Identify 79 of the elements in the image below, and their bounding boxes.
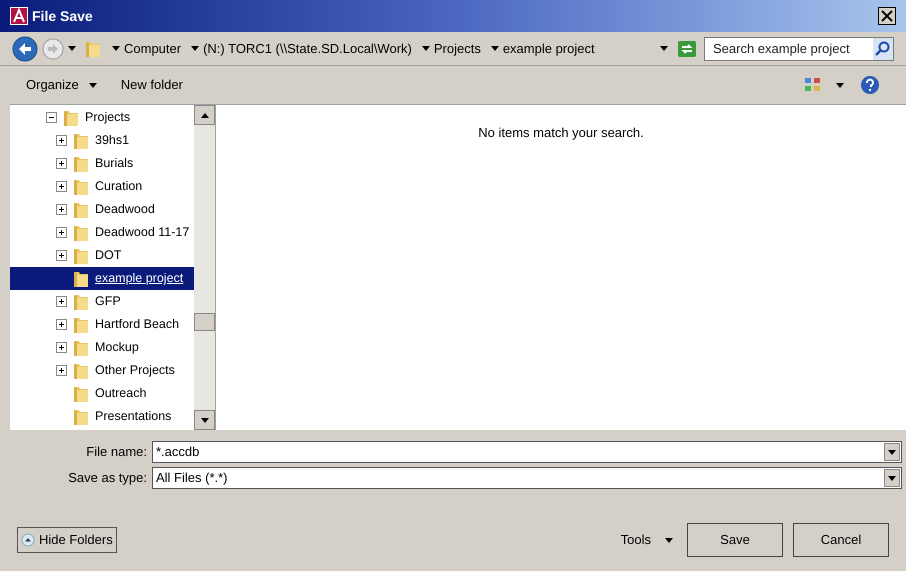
caret-icon[interactable] <box>88 82 97 88</box>
new-folder-button[interactable]: New folder <box>120 75 183 95</box>
breadcrumb-item[interactable]: example project <box>502 38 595 58</box>
breadcrumb-item[interactable]: Projects <box>434 38 481 58</box>
expand-icon[interactable] <box>56 250 67 261</box>
expand-icon[interactable] <box>56 227 67 238</box>
scrollbar[interactable] <box>194 105 216 430</box>
expand-icon[interactable] <box>56 204 67 215</box>
window-title: File Save <box>32 6 94 26</box>
expand-icon[interactable] <box>56 135 67 146</box>
search-field[interactable]: Search example project <box>704 36 894 60</box>
tree-item[interactable]: Other Projects <box>95 361 175 380</box>
folder-icon <box>72 132 90 150</box>
folder-icon <box>62 108 80 126</box>
organize-button[interactable]: Organize <box>26 75 97 95</box>
folder-icon <box>72 408 90 426</box>
tree-item[interactable]: example project <box>95 269 184 288</box>
folder-icon <box>72 338 90 356</box>
caret-icon[interactable] <box>665 538 673 542</box>
app-logo-icon <box>10 7 28 25</box>
tree-item[interactable]: Projects <box>85 108 130 127</box>
folder-icon <box>72 178 90 196</box>
expand-icon[interactable] <box>56 342 67 353</box>
tree-item[interactable]: Hartford Beach <box>95 315 180 334</box>
save-button[interactable]: Save <box>687 523 783 557</box>
scroll-down-icon[interactable] <box>194 410 215 430</box>
caret-icon[interactable] <box>422 46 430 51</box>
field-label: File name: <box>85 443 148 462</box>
tools-button[interactable]: Tools <box>620 530 673 550</box>
expand-icon[interactable] <box>56 181 67 192</box>
tree-item[interactable]: DOT <box>95 246 122 265</box>
folder-icon <box>72 316 90 334</box>
help-icon[interactable] <box>860 75 880 95</box>
back-button[interactable] <box>12 36 38 62</box>
caret-icon[interactable] <box>191 46 200 51</box>
refresh-button[interactable] <box>678 40 696 56</box>
folder-icon <box>72 200 90 218</box>
caret-icon[interactable] <box>490 46 499 51</box>
tree-item[interactable]: Curation <box>95 177 142 196</box>
hide-folders-button[interactable]: Hide Folders <box>17 527 117 553</box>
expand-icon[interactable] <box>56 158 67 169</box>
dropdown-field[interactable]: *.accdb <box>152 441 902 463</box>
search-icon[interactable] <box>873 38 893 60</box>
expand-icon[interactable] <box>56 296 67 307</box>
folder-icon <box>72 154 90 172</box>
scroll-thumb[interactable] <box>194 313 215 331</box>
collapse-icon[interactable] <box>46 112 57 123</box>
folder-icon <box>84 40 102 58</box>
dropdown-field[interactable]: All Files (*.*) <box>152 467 902 489</box>
tree-item[interactable]: GFP <box>95 292 121 311</box>
tree-item[interactable]: Mockup <box>95 338 139 357</box>
tree-item[interactable]: 39hs1 <box>95 131 130 150</box>
tree-item[interactable]: Burials <box>95 154 134 173</box>
tree-item[interactable]: Deadwood <box>95 200 155 219</box>
folder-icon <box>72 292 90 310</box>
tree-item[interactable]: Deadwood 11-17 <box>95 223 190 242</box>
cancel-button[interactable]: Cancel <box>793 523 889 557</box>
scroll-up-icon[interactable] <box>194 105 215 125</box>
breadcrumb-item[interactable]: Computer <box>124 38 182 58</box>
expand-icon[interactable] <box>56 365 67 376</box>
empty-message: No items match your search. <box>478 124 644 139</box>
caret-icon[interactable] <box>68 46 76 51</box>
caret-icon[interactable] <box>836 82 844 88</box>
caret-icon[interactable] <box>112 46 120 51</box>
view-options-icon[interactable] <box>804 77 822 93</box>
close-button[interactable] <box>878 7 896 25</box>
tree-item[interactable]: Outreach <box>95 384 146 403</box>
tree-item[interactable]: Presentations <box>95 407 172 426</box>
tree-item-highlight[interactable]: example project <box>10 267 194 290</box>
breadcrumb-item[interactable]: (N:) TORC1 (\\State.SD.Local\Work) <box>203 38 412 58</box>
folder-icon <box>72 384 90 402</box>
collapse-up-icon[interactable] <box>21 533 35 547</box>
caret-icon[interactable] <box>660 46 668 51</box>
folder-icon <box>72 270 90 288</box>
folder-icon <box>72 224 90 242</box>
folder-icon <box>72 246 90 264</box>
folder-icon <box>72 362 90 380</box>
field-label: Save as type: <box>67 469 148 488</box>
expand-icon[interactable] <box>56 319 67 330</box>
